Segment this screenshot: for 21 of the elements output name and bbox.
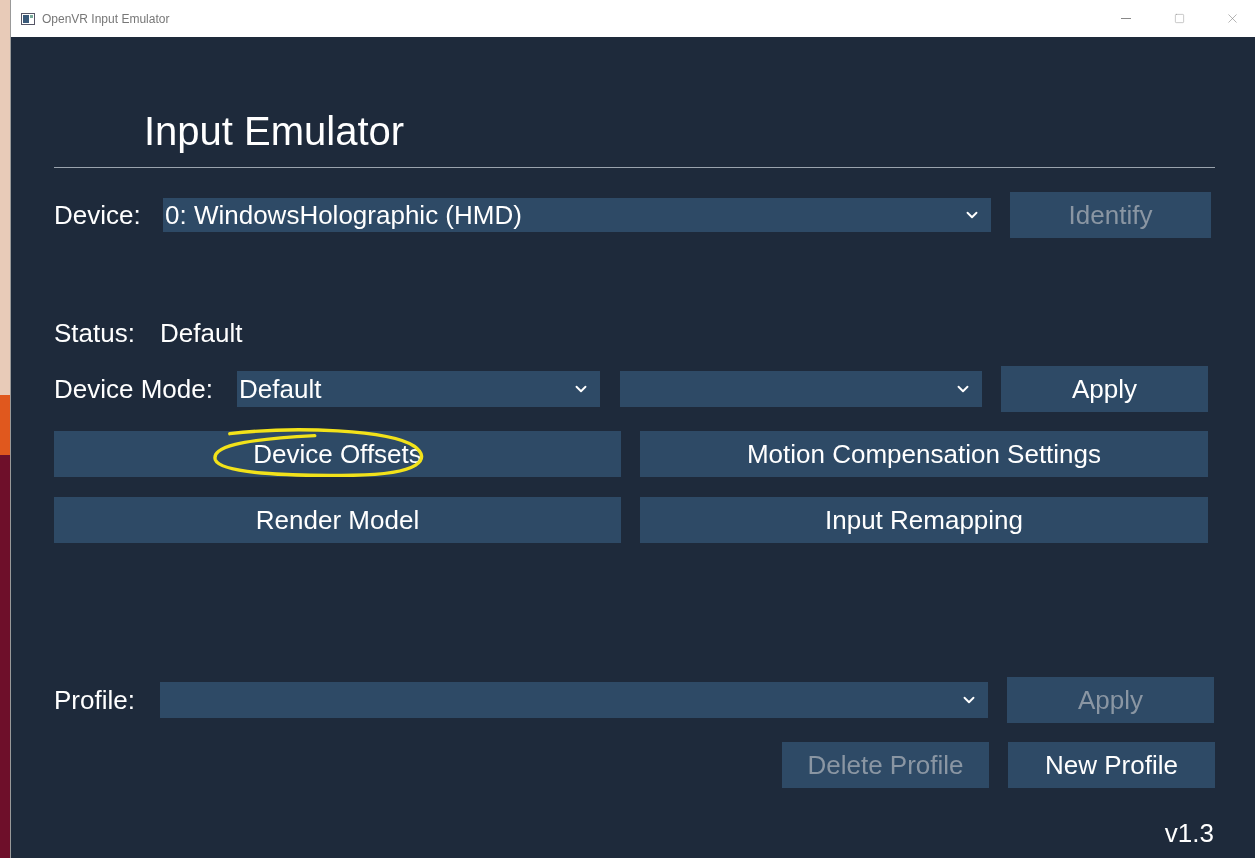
- action-button[interactable]: Render Model: [54, 497, 621, 543]
- device-mode-dropdown[interactable]: Default: [237, 371, 600, 407]
- status-label: Status:: [54, 318, 136, 349]
- profile-dropdown[interactable]: [160, 682, 988, 718]
- app-heading: Input Emulator: [143, 108, 406, 155]
- maximize-icon: [1173, 13, 1185, 24]
- dropdown[interactable]: [620, 371, 982, 407]
- profile-button[interactable]: New Profile: [1008, 742, 1215, 788]
- device-label: Device:: [54, 199, 142, 231]
- minimize-icon: [1121, 18, 1131, 19]
- device-dropdown[interactable]: 0: WindowsHolographic (HMD): [163, 198, 991, 232]
- window-title: OpenVR Input Emulator: [42, 11, 171, 26]
- profile-label: Profile:: [54, 684, 136, 716]
- action-button[interactable]: Device Offsets: [54, 431, 621, 477]
- status-value: Default: [160, 318, 244, 349]
- version-label: v1.3: [1164, 818, 1214, 849]
- action-button[interactable]: Input Remapping: [640, 497, 1208, 543]
- device-mode-label: Device Mode:: [54, 373, 214, 405]
- apply-button[interactable]: Apply: [1001, 366, 1208, 412]
- action-button[interactable]: Motion Compensation Settings: [640, 431, 1208, 477]
- app-icon: [21, 12, 35, 25]
